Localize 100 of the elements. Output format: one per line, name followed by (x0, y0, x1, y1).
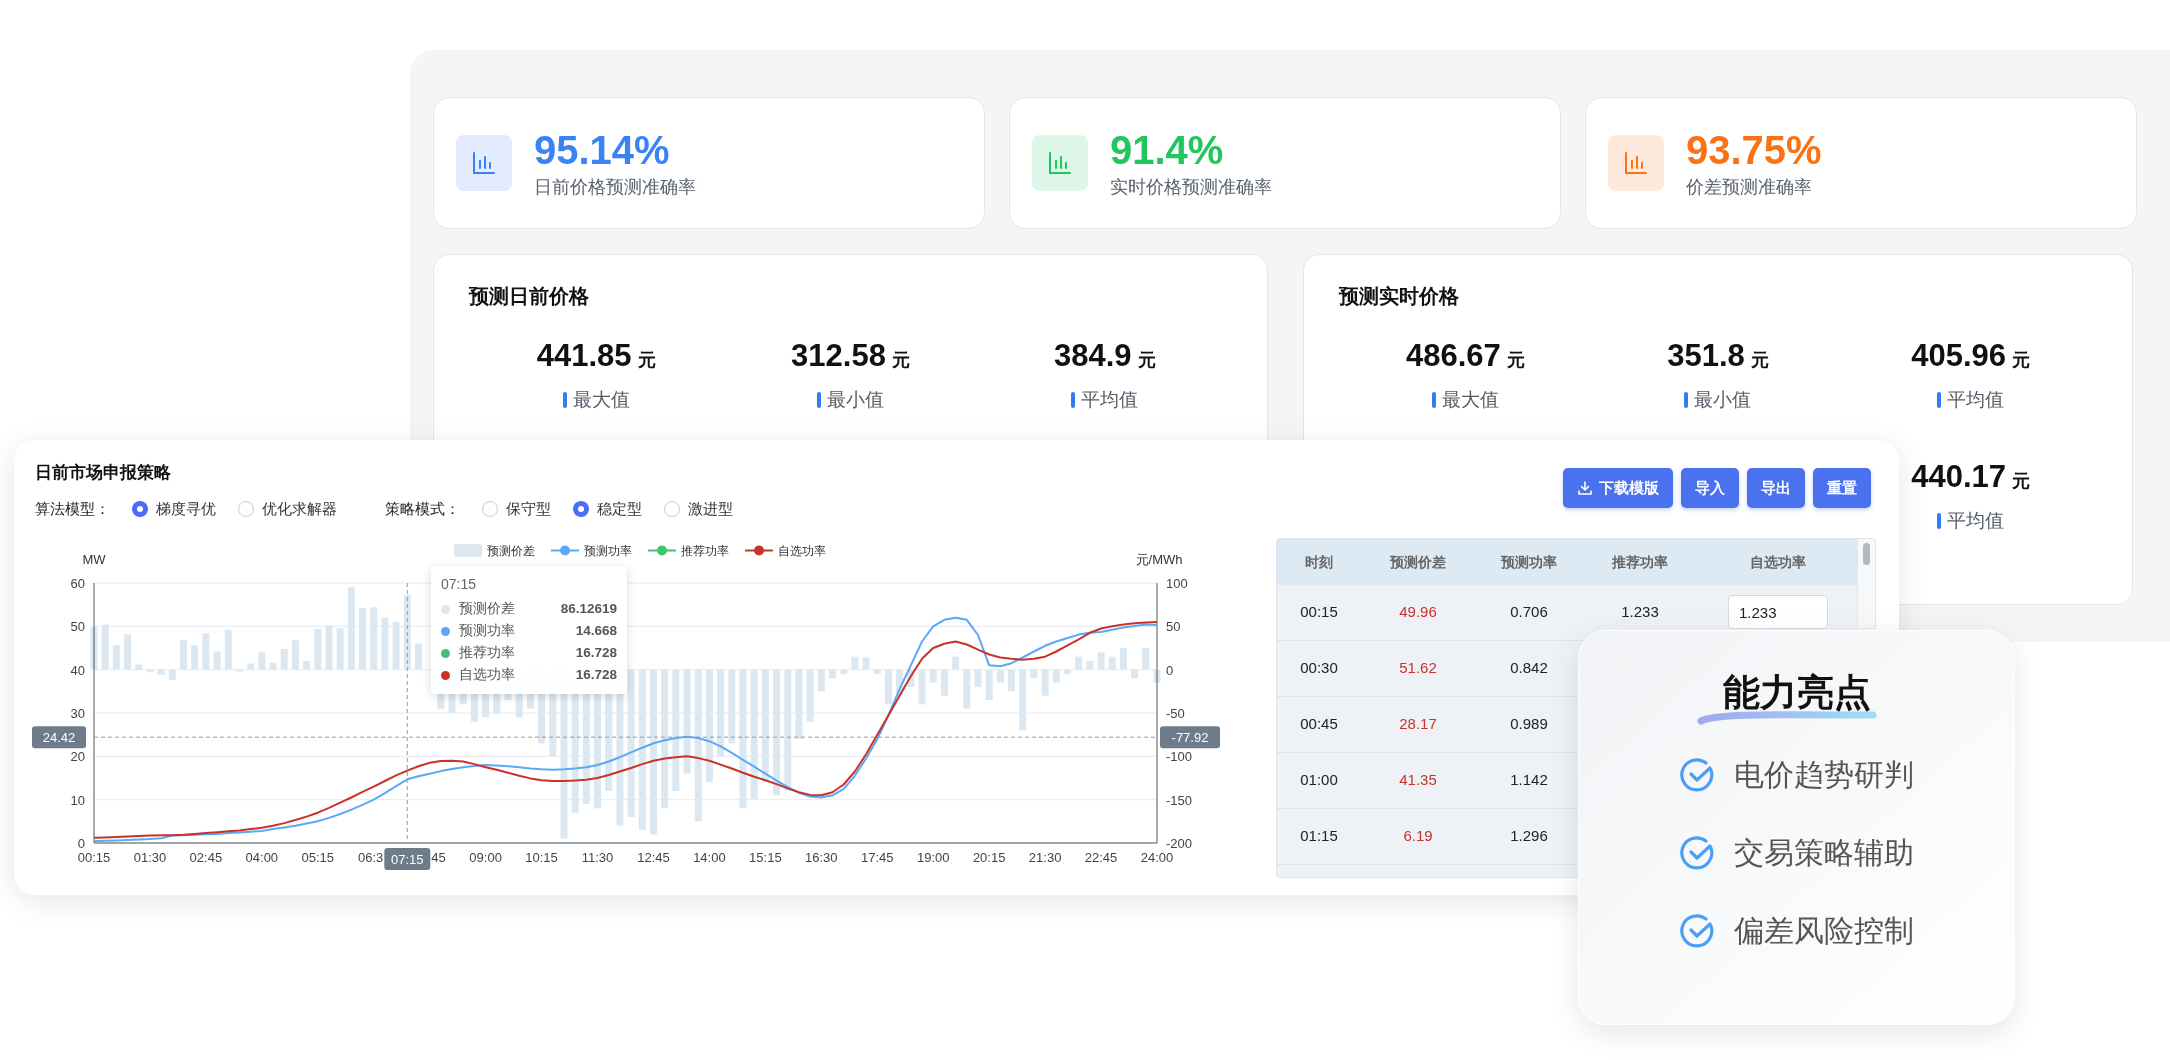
table-cell-text: 00:15 (1299, 602, 1339, 623)
axis-tick-label: -100 (1166, 749, 1193, 765)
axis-tick-label: 50 (70, 619, 85, 635)
kpi-value: 95.14% (534, 127, 671, 174)
axis-tick-label: 50 (1166, 619, 1181, 635)
price-unit: 元 (1506, 349, 1525, 372)
price-value: 351.8 (1667, 337, 1745, 375)
price-label: 最小值 (1694, 387, 1752, 412)
marker-bar (1071, 391, 1076, 408)
tooltip-label: 预测价差 (459, 599, 515, 618)
axis-tick-label: 02:45 (189, 850, 223, 865)
tooltip-label: 推荐功率 (459, 643, 515, 662)
legend-item: 预测价差 (454, 544, 535, 558)
table-cell-text: 01:00 (1299, 770, 1339, 791)
price-unit: 元 (2012, 470, 2031, 493)
table-cell-text: 49.96 (1398, 602, 1438, 623)
price-label: 最大值 (572, 387, 630, 412)
price-label: 平均值 (1947, 387, 2005, 412)
check-circle-icon (1679, 913, 1716, 949)
axis-pointer-label: 07:15 (384, 848, 431, 870)
power-input[interactable]: 1.233 (1728, 595, 1828, 629)
radio-option[interactable]: 激进型 (664, 497, 733, 521)
tooltip-value: 16.728 (575, 643, 617, 662)
axis-title: 元/MWh (1135, 552, 1183, 567)
column-header: 预测功率 (1499, 552, 1558, 572)
table-cell-text: 1.296 (1509, 826, 1549, 847)
toolbar-button[interactable]: 导入 (1681, 468, 1739, 508)
table-cell-text: 51.62 (1398, 658, 1438, 679)
axis-tick-label: 19:00 (916, 850, 950, 865)
table-cell-text: 0.842 (1509, 658, 1549, 679)
marker-bar (1431, 391, 1436, 408)
axis-tick-label: 10:15 (525, 850, 558, 865)
table-cell-text: 6.19 (1402, 826, 1434, 847)
highlight-item: 交易策略辅助 (1733, 835, 1914, 871)
axis-tick-label: 04:00 (245, 850, 279, 865)
legend-item: 自选功率 (744, 544, 826, 558)
table-cell-text: 01:15 (1299, 826, 1339, 847)
marker-bar (1937, 391, 1942, 408)
highlight-item: 电价趋势研判 (1733, 757, 1914, 793)
tooltip-value: 86.12619 (560, 599, 617, 618)
check-circle-icon (1679, 757, 1716, 793)
price-value: 312.58 (791, 337, 886, 375)
radio-group-label: 策略模式： (385, 498, 460, 519)
price-label: 平均值 (1947, 508, 2005, 533)
table-cell-text: 0.989 (1509, 714, 1549, 735)
table-cell-text: 0.706 (1509, 602, 1549, 623)
axis-tick-label: 0 (1166, 662, 1174, 678)
table-cell-text: 1.233 (1620, 602, 1660, 623)
tooltip-value: 14.668 (575, 621, 617, 640)
price-unit: 元 (891, 349, 910, 372)
toolbar-button[interactable]: 重置 (1813, 468, 1871, 508)
tooltip-label: 自选功率 (459, 665, 515, 684)
marker-bar (1937, 512, 1942, 529)
price-unit: 元 (1137, 349, 1156, 372)
legend-label: 自选功率 (778, 544, 826, 558)
kpi-value: 93.75% (1686, 127, 1822, 174)
radio-group-label: 算法模型： (35, 498, 110, 519)
table-cell-text: 41.35 (1398, 770, 1438, 791)
price-value: 405.96 (1911, 337, 2007, 375)
marker-bar (817, 391, 821, 408)
kpi-label: 日前价格预测准确率 (534, 176, 696, 199)
axis-tick-label: 05:15 (301, 850, 335, 865)
tooltip-value: 16.728 (575, 665, 617, 684)
legend-item: 推荐功率 (647, 544, 729, 558)
toolbar-button[interactable]: 下载模版 (1563, 468, 1673, 508)
price-label: 最大值 (1441, 387, 1499, 412)
legend-label: 预测价差 (487, 544, 535, 558)
column-header: 推荐功率 (1611, 552, 1669, 572)
axis-tick-label: 22:45 (1084, 850, 1118, 865)
radio-option[interactable]: 保守型 (482, 497, 551, 521)
axis-tick-label: 15:15 (749, 850, 782, 865)
price-value: 440.17 (1911, 458, 2007, 496)
highlights-title: 能力亮点 (1722, 673, 1871, 713)
price-value: 486.67 (1405, 337, 1501, 375)
radio-option[interactable]: 梯度寻优 (132, 497, 216, 521)
axis-tick-label: 45 (431, 850, 446, 865)
legend-label: 推荐功率 (681, 544, 729, 558)
axis-tick-label: 40 (70, 662, 85, 678)
axis-tick-label: 60 (70, 576, 85, 591)
card-title: 预测日前价格 (469, 284, 590, 309)
tooltip-title: 07:15 (441, 575, 478, 594)
axis-tick-label: 14:00 (693, 850, 726, 865)
table-cell-text: 28.17 (1398, 714, 1438, 735)
price-unit: 元 (637, 349, 656, 372)
axis-tick-label: 20 (70, 749, 85, 765)
tooltip-label: 预测功率 (459, 621, 515, 640)
marker-bar (562, 391, 567, 408)
highlight-item: 偏差风险控制 (1733, 913, 1914, 949)
axis-tick-label: 0 (77, 836, 85, 851)
legend-item: 预测功率 (550, 544, 632, 558)
axis-tick-label: -200 (1166, 836, 1193, 851)
axis-tick-label: 100 (1166, 576, 1188, 591)
axis-tick-label: 17:45 (861, 850, 894, 865)
table-cell-text: 00:30 (1299, 658, 1339, 679)
axis-tick-label: 24:00 (1140, 850, 1174, 865)
radio-option[interactable]: 优化求解器 (238, 497, 337, 521)
radio-option[interactable]: 稳定型 (573, 497, 642, 521)
toolbar-button[interactable]: 导出 (1747, 468, 1805, 508)
panel-title: 日前市场申报策略 (34, 462, 172, 484)
axis-tick-label: 06:3 (358, 850, 384, 865)
